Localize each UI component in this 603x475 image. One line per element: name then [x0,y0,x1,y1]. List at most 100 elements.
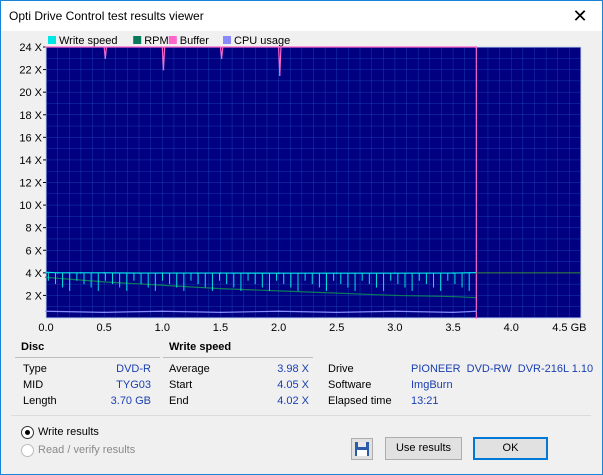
series-point [452,272,454,274]
write-results-label[interactable]: Write results [38,426,99,438]
x-tick-label: 2.5 [329,322,344,334]
series-point [162,68,165,71]
ok-button[interactable]: OK [473,437,548,460]
avg-speed-label: Average [169,363,210,375]
series-point [105,46,108,48]
elapsed-time-value: 13:21 [411,395,439,407]
write-speed-section-title: Write speed [169,341,232,353]
series-point [475,46,478,48]
series-point [161,310,164,313]
series-point [475,310,478,313]
series-point [277,290,280,292]
series-point [277,46,280,48]
y-tick-label: 4 X [25,268,42,280]
legend-label: Write speed [59,35,118,47]
series-point [394,310,396,313]
disc-type-label: Type [23,363,47,375]
avg-speed-value: 3.98 X [277,363,309,375]
x-tick-label: 4.5 GB [552,322,586,334]
disc-length-label: Length [23,395,57,407]
write-speed-separator [163,357,313,358]
series-point [45,271,47,274]
drive-value: PIONEER DVD-RW DVR-216L 1.10 [411,363,594,375]
series-point [280,46,282,48]
read-verify-radio[interactable] [21,444,34,457]
close-icon[interactable]: ✕ [558,1,602,31]
x-tick-label: 3.5 [445,322,460,334]
elapsed-time-label: Elapsed time [328,395,392,407]
series-point [219,46,222,48]
use-results-button[interactable]: Use results [385,437,462,460]
legend-swatch [168,36,177,44]
series-point [278,74,281,77]
series-point [394,294,396,297]
x-tick-label: 1.0 [155,322,170,334]
floppy-disk-icon [355,442,369,456]
legend-label: Buffer [180,35,209,47]
bottom-separator [11,415,591,416]
start-speed-label: Start [169,379,193,391]
series-point [394,272,396,274]
software-value: ImgBurn [411,379,453,391]
chart-area: 24 X 22 X 20 X 18 X 16 X 14 X 12 X 10 X 8 X 6 X 4 … [1,32,602,338]
x-tick-label: 3.0 [387,322,402,334]
disc-mid-value: TYG03 [116,379,151,391]
series-point [277,272,280,274]
save-button[interactable] [351,438,373,460]
legend-swatch [223,36,231,44]
series-point [103,272,105,274]
series-point [219,311,222,314]
drive-label: Drive [328,363,354,375]
disc-length-value: 3.70 GB [110,395,151,407]
y-tick-label: 22 X [19,65,42,77]
speed-chart: 24 X 22 X 20 X 18 X 16 X 14 X 12 X 10 X 8 X 6 X 4 … [19,35,586,334]
series-point [335,272,338,274]
series-point [138,272,140,274]
software-label: Software [328,379,372,391]
series-point [475,317,478,319]
series-point [161,284,164,287]
disc-mid-label: MID [23,379,44,391]
y-tick-label: 18 X [19,110,42,122]
series-point [80,272,82,274]
series-point [452,295,454,298]
series-point [103,281,105,283]
title-bar: Opti Drive Control test results viewer ✕ [1,1,602,31]
read-verify-label[interactable]: Read / verify results [38,444,135,456]
y-tick-label: 14 X [19,155,42,167]
y-tick-label: 6 X [25,245,42,257]
end-speed-value: 4.02 X [277,395,309,407]
y-tick-label: 24 X [19,42,42,54]
x-tick-label: 4.0 [504,322,519,334]
series-point [220,57,223,60]
series-point [45,46,47,48]
y-tick-label: 2 X [25,290,42,302]
results-viewer-window: Opti Drive Control test results viewer ✕… [0,0,603,475]
legend-label: RPM [144,35,168,47]
series-point [163,46,166,48]
series-point [221,46,224,48]
y-tick-label: 8 X [25,223,42,235]
series-point [335,292,338,294]
series-point [45,310,47,313]
series-point [103,46,105,48]
write-results-radio[interactable] [21,426,34,439]
x-tick-label: 0.5 [97,322,112,334]
legend-swatch [48,36,56,44]
disc-type-value: DVD-R [116,363,151,375]
disc-separator [15,357,160,358]
start-speed-value: 4.05 X [277,379,309,391]
legend-label: CPU usage [234,35,290,47]
series-point [161,46,164,48]
series-point [219,287,222,290]
series-point [56,272,59,274]
x-tick-label: 0.0 [38,322,53,334]
x-tick-label: 1.5 [213,322,228,334]
y-tick-label: 16 X [19,132,42,144]
disc-section-title: Disc [21,341,45,353]
y-tick-label: 20 X [19,87,42,99]
y-tick-label: 10 X [19,200,42,212]
series-point [277,310,280,313]
window-title: Opti Drive Control test results viewer [9,9,204,23]
end-speed-label: End [169,395,189,407]
